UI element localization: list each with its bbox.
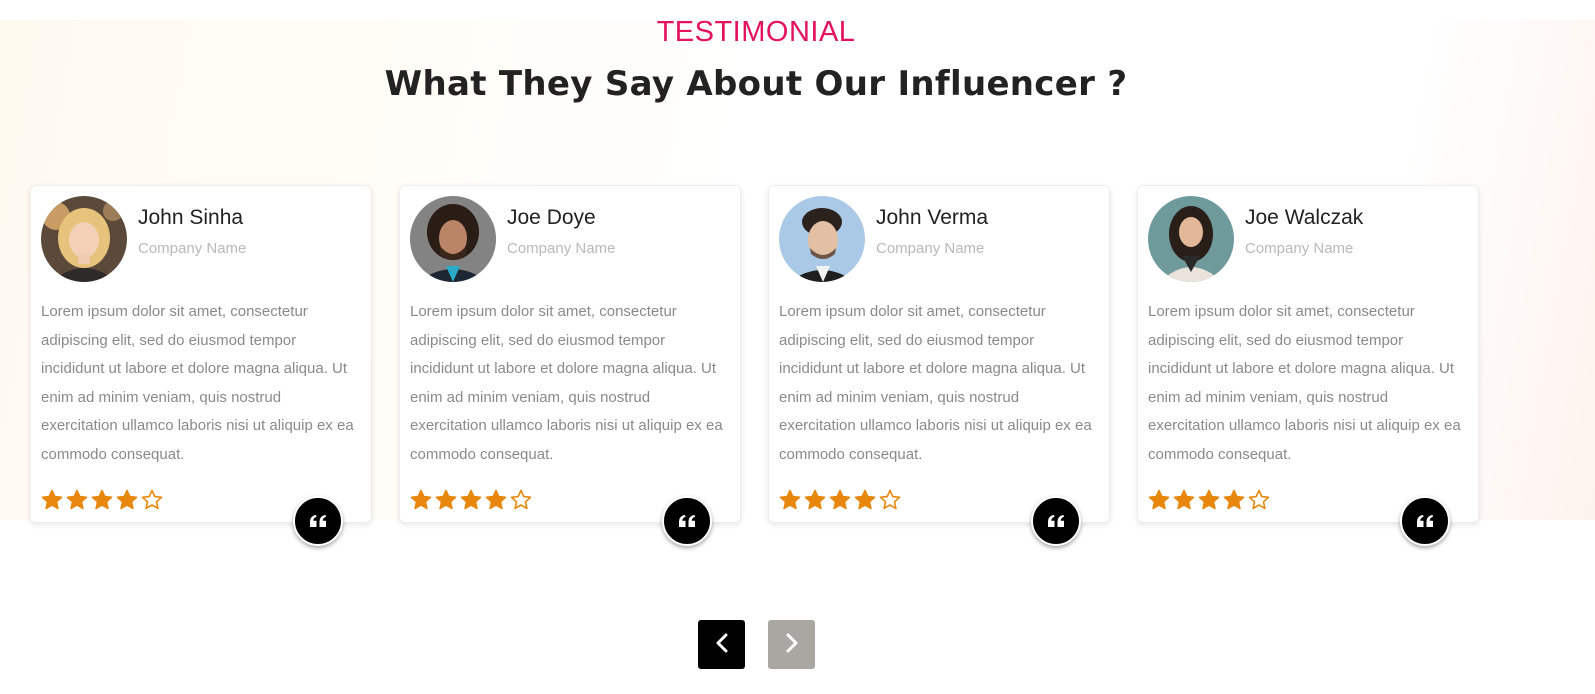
avatar [1148,196,1234,282]
person-name: John Verma [876,206,989,229]
star-rating [1148,489,1270,511]
star-empty-icon [1248,489,1270,510]
quote-icon [293,496,343,546]
star-filled-icon [410,489,432,510]
star-filled-icon [779,489,801,510]
testimonial-card: John Verma Company Name Lorem ipsum dolo… [768,185,1110,546]
star-empty-icon [879,489,901,510]
star-rating [779,489,901,511]
star-filled-icon [116,489,138,510]
star-filled-icon [66,489,88,510]
carousel-prev-button[interactable] [698,620,745,669]
carousel-next-button[interactable] [768,620,815,669]
chevron-left-icon [715,633,729,656]
testimonial-carousel: John Sinha Company Name Lorem ipsum dolo… [30,185,1479,546]
testimonial-text: Lorem ipsum dolor sit amet, consectetur … [41,303,354,463]
testimonial-text: Lorem ipsum dolor sit amet, consectetur … [1148,303,1461,463]
testimonial-card: John Sinha Company Name Lorem ipsum dolo… [30,185,372,546]
star-rating [410,489,532,511]
star-empty-icon [510,489,532,510]
star-filled-icon [1173,489,1195,510]
section-title: What They Say About Our Influencer ? [384,64,1128,104]
star-filled-icon [91,489,113,510]
testimonial-card: Joe Walczak Company Name Lorem ipsum dol… [1137,185,1479,546]
avatar [41,196,127,282]
avatar [779,196,865,282]
quote-icon [1031,496,1081,546]
star-filled-icon [1223,489,1245,510]
company-name: Company Name [1245,240,1354,257]
quote-icon [1400,496,1450,546]
person-name: Joe Doye [507,206,596,229]
testimonial-text: Lorem ipsum dolor sit amet, consectetur … [410,303,723,463]
company-name: Company Name [876,240,985,257]
section-kicker: TESTIMONIAL [656,16,856,48]
quote-icon [662,496,712,546]
star-rating [41,489,163,511]
star-empty-icon [141,489,163,510]
person-name: Joe Walczak [1245,206,1364,229]
chevron-right-icon [785,633,799,656]
star-filled-icon [854,489,876,510]
avatar [410,196,496,282]
person-name: John Sinha [138,206,244,229]
testimonial-card: Joe Doye Company Name Lorem ipsum dolor … [399,185,741,546]
star-filled-icon [41,489,63,510]
star-filled-icon [829,489,851,510]
star-filled-icon [435,489,457,510]
star-filled-icon [804,489,826,510]
testimonial-text: Lorem ipsum dolor sit amet, consectetur … [779,303,1092,463]
star-filled-icon [1148,489,1170,510]
star-filled-icon [460,489,482,510]
company-name: Company Name [138,240,247,257]
star-filled-icon [1198,489,1220,510]
company-name: Company Name [507,240,616,257]
star-filled-icon [485,489,507,510]
